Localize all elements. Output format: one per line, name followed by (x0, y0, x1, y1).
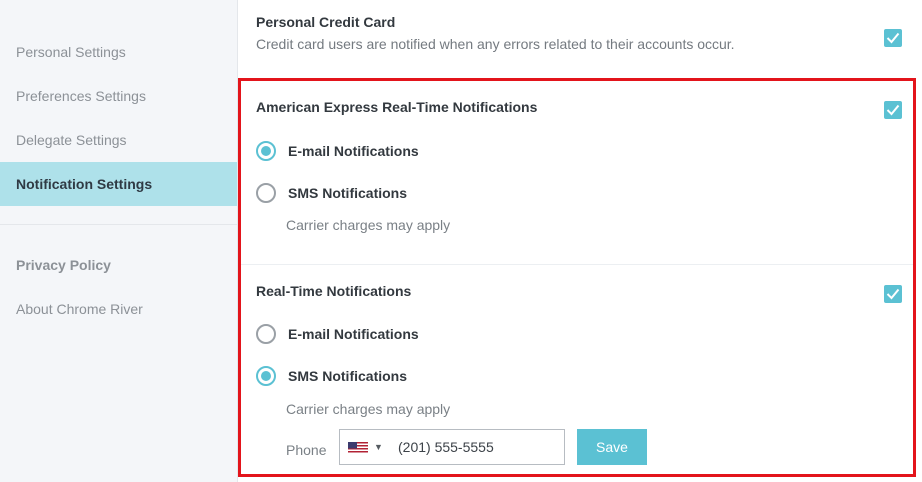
check-icon (886, 32, 900, 44)
highlight-box (238, 78, 916, 477)
sidebar: Personal Settings Preferences Settings D… (0, 0, 238, 482)
check-icon (886, 288, 900, 300)
realtime-carrier-note: Carrier charges may apply (286, 401, 451, 417)
phone-label: Phone (286, 442, 327, 458)
sidebar-divider (0, 224, 237, 225)
phone-value[interactable]: (201) 555-5555 (398, 439, 494, 455)
amex-carrier-note: Carrier charges may apply (286, 217, 451, 233)
realtime-title: Real-Time Notifications (256, 283, 412, 299)
amex-email-label: E-mail Notifications (288, 143, 419, 159)
personal-card-checkbox[interactable] (884, 29, 902, 47)
amex-email-radio[interactable] (256, 141, 276, 161)
sidebar-item-personal-settings[interactable]: Personal Settings (0, 30, 237, 74)
personal-card-description: Credit card users are notified when any … (256, 36, 735, 52)
realtime-sms-radio[interactable] (256, 366, 276, 386)
realtime-sms-label: SMS Notifications (288, 368, 408, 384)
sidebar-item-delegate-settings[interactable]: Delegate Settings (0, 118, 237, 162)
realtime-checkbox[interactable] (884, 285, 902, 303)
sidebar-item-preferences-settings[interactable]: Preferences Settings (0, 74, 237, 118)
amex-sms-option[interactable]: SMS Notifications (256, 182, 407, 204)
realtime-email-option[interactable]: E-mail Notifications (256, 323, 419, 345)
amex-title: American Express Real-Time Notifications (256, 99, 538, 115)
save-button[interactable]: Save (577, 429, 647, 465)
realtime-sms-option[interactable]: SMS Notifications (256, 365, 407, 387)
amex-checkbox[interactable] (884, 101, 902, 119)
us-flag-icon[interactable] (348, 442, 368, 454)
check-icon (886, 104, 900, 116)
personal-card-title: Personal Credit Card (256, 14, 396, 30)
app-root: Personal Settings Preferences Settings D… (0, 0, 922, 482)
amex-email-option[interactable]: E-mail Notifications (256, 140, 419, 162)
realtime-email-label: E-mail Notifications (288, 326, 419, 342)
section-divider (241, 264, 913, 265)
country-dropdown-icon[interactable]: ▼ (374, 442, 383, 452)
phone-input[interactable]: ▼ (201) 555-5555 (339, 429, 565, 465)
sidebar-item-notification-settings[interactable]: Notification Settings (0, 162, 237, 206)
sidebar-item-privacy-policy[interactable]: Privacy Policy (0, 243, 237, 287)
sidebar-item-about-chrome-river[interactable]: About Chrome River (0, 287, 237, 331)
amex-sms-radio[interactable] (256, 183, 276, 203)
amex-sms-label: SMS Notifications (288, 185, 408, 201)
realtime-email-radio[interactable] (256, 324, 276, 344)
